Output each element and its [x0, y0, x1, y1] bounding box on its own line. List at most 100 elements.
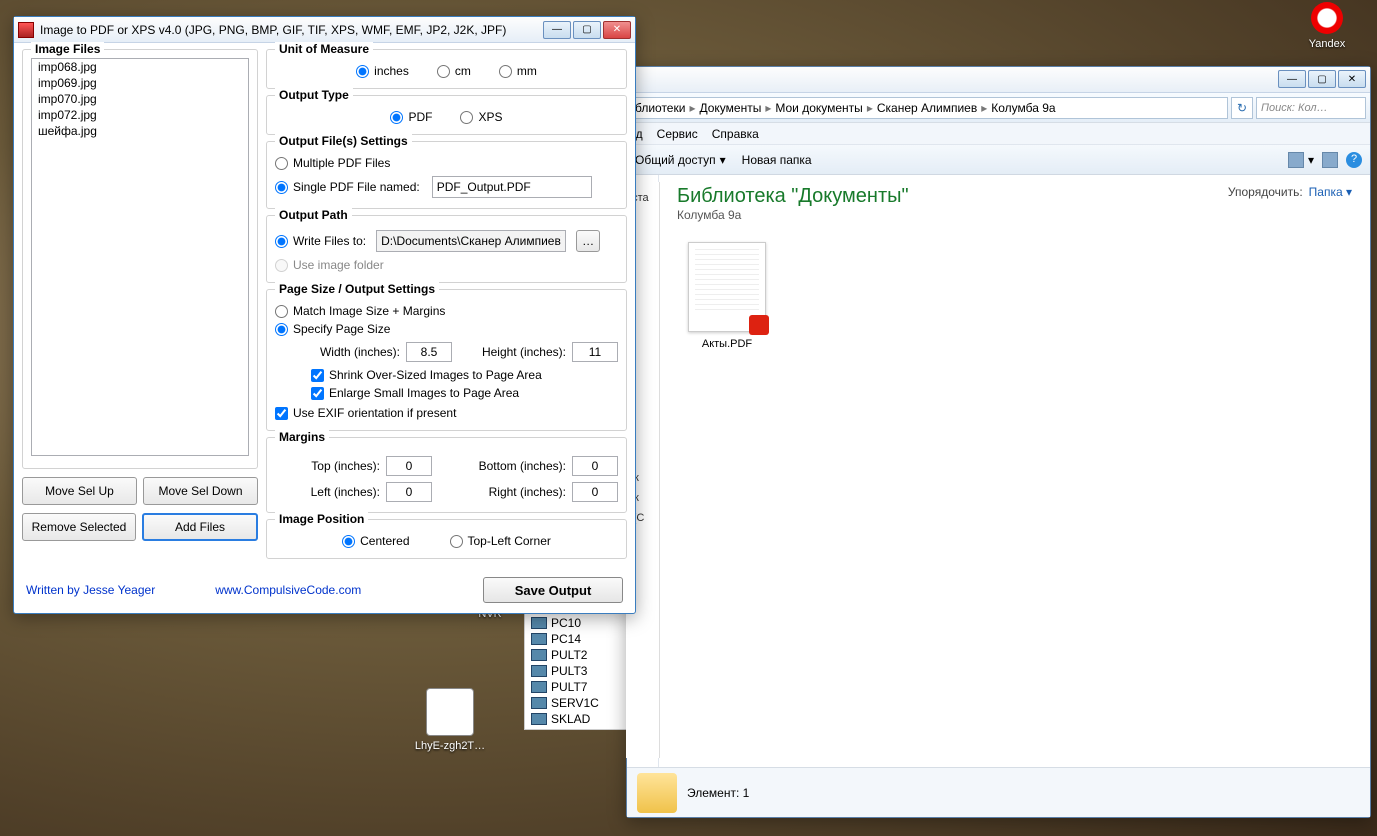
width-input[interactable]	[406, 342, 452, 362]
explorer-toolbar: Общий доступ ▾ Новая папка ▾ ?	[627, 145, 1370, 175]
multi-pdf-radio[interactable]: Multiple PDF Files	[275, 156, 618, 170]
minimize-button[interactable]: —	[1278, 70, 1306, 88]
output-pdf-radio[interactable]: PDF	[390, 110, 432, 124]
close-button[interactable]: ✕	[603, 21, 631, 39]
image-position-group: Image Position Centered Top-Left Corner	[266, 519, 627, 559]
share-button[interactable]: Общий доступ ▾	[635, 153, 726, 167]
margin-bottom-label: Bottom (inches):	[461, 459, 566, 473]
move-up-button[interactable]: Move Sel Up	[22, 477, 137, 505]
group-label: Output File(s) Settings	[275, 134, 412, 148]
desktop-icon-label: Yandex	[1287, 38, 1367, 50]
desktop-icon-yandex[interactable]: Yandex	[1287, 2, 1367, 50]
margin-bottom-input[interactable]	[572, 456, 618, 476]
unit-mm-radio[interactable]: mm	[499, 64, 537, 78]
exif-checkbox[interactable]: Use EXIF orientation if present	[275, 406, 618, 420]
list-item[interactable]: imp068.jpg	[32, 59, 248, 75]
shrink-checkbox[interactable]: Shrink Over-Sized Images to Page Area	[311, 368, 618, 382]
minimize-button[interactable]: —	[543, 21, 571, 39]
output-xps-radio[interactable]: XPS	[460, 110, 502, 124]
menu-item[interactable]: Справка	[712, 127, 759, 141]
desktop-icon-label: LhyE-zgh2T…	[410, 740, 490, 752]
breadcrumb-item[interactable]: Сканер Алимпиев	[877, 101, 977, 115]
library-title: Библиотека "Документы"	[677, 185, 909, 208]
remove-selected-button[interactable]: Remove Selected	[22, 513, 136, 541]
view-button[interactable]: ▾	[1288, 152, 1314, 168]
list-item[interactable]: шейфа.jpg	[32, 123, 248, 139]
margin-top-label: Top (inches):	[275, 459, 380, 473]
help-button[interactable]: ?	[1346, 152, 1362, 168]
app-titlebar[interactable]: Image to PDF or XPS v4.0 (JPG, PNG, BMP,…	[14, 17, 635, 43]
explorer-content: Библиотека "Документы" Колумба 9а Упоряд…	[659, 175, 1370, 767]
enlarge-checkbox[interactable]: Enlarge Small Images to Page Area	[311, 386, 618, 400]
maximize-button[interactable]: ▢	[1308, 70, 1336, 88]
group-label: Image Files	[31, 42, 104, 56]
use-image-folder-radio[interactable]: Use image folder	[275, 258, 618, 272]
output-path-input[interactable]	[376, 230, 566, 252]
author-link[interactable]: Written by Jesse Yeager	[26, 583, 155, 597]
list-item[interactable]: imp069.jpg	[32, 75, 248, 91]
computer-icon	[531, 697, 547, 709]
group-label: Page Size / Output Settings	[275, 282, 439, 296]
list-item[interactable]: imp072.jpg	[32, 107, 248, 123]
explorer-titlebar[interactable]: — ▢ ✕	[627, 67, 1370, 93]
add-files-button[interactable]: Add Files	[142, 513, 258, 541]
close-button[interactable]: ✕	[1338, 70, 1366, 88]
move-down-button[interactable]: Move Sel Down	[143, 477, 258, 505]
file-item[interactable]: Акты.PDF	[677, 242, 777, 350]
margin-left-label: Left (inches):	[275, 485, 380, 499]
save-output-button[interactable]: Save Output	[483, 577, 623, 603]
image-to-pdf-window: Image to PDF or XPS v4.0 (JPG, PNG, BMP,…	[13, 16, 636, 614]
breadcrumb-item[interactable]: Мои документы	[775, 101, 862, 115]
file-icon	[426, 688, 474, 736]
status-text: Элемент: 1	[687, 786, 749, 800]
menu-item[interactable]: Сервис	[657, 127, 698, 141]
breadcrumb-item[interactable]: Колумба 9а	[991, 101, 1055, 115]
output-path-group: Output Path Write Files to: … Use image …	[266, 215, 627, 283]
topleft-radio[interactable]: Top-Left Corner	[450, 534, 551, 548]
breadcrumb[interactable]: блиотеки▸ Документы▸ Мои документы▸ Скан…	[630, 97, 1228, 119]
arrange-dropdown[interactable]: Папка ▾	[1309, 185, 1352, 199]
file-name: Акты.PDF	[677, 338, 777, 350]
breadcrumb-item[interactable]: Документы	[699, 101, 761, 115]
centered-radio[interactable]: Centered	[342, 534, 409, 548]
explorer-status-bar: Элемент: 1	[627, 767, 1370, 817]
computer-icon	[531, 617, 547, 629]
margin-top-input[interactable]	[386, 456, 432, 476]
refresh-button[interactable]: ↻	[1231, 97, 1253, 119]
write-to-radio[interactable]: Write Files to:	[275, 234, 366, 248]
chevron-right-icon: ▸	[689, 101, 695, 115]
specify-size-radio[interactable]: Specify Page Size	[275, 322, 618, 336]
single-pdf-radio[interactable]: Single PDF File named:	[275, 180, 420, 194]
website-link[interactable]: www.CompulsiveCode.com	[215, 583, 361, 597]
new-folder-button[interactable]: Новая папка	[742, 153, 812, 167]
file-list[interactable]: imp068.jpg imp069.jpg imp070.jpg imp072.…	[31, 58, 249, 456]
unit-inches-radio[interactable]: inches	[356, 64, 409, 78]
arrange-label: Упорядочить:	[1228, 185, 1303, 199]
group-label: Output Type	[275, 88, 353, 102]
height-input[interactable]	[572, 342, 618, 362]
computer-icon	[531, 633, 547, 645]
image-files-group: Image Files imp068.jpg imp069.jpg imp070…	[22, 49, 258, 469]
computer-icon	[531, 649, 547, 661]
library-subtitle: Колумба 9а	[677, 208, 909, 222]
maximize-button[interactable]: ▢	[573, 21, 601, 39]
margin-right-input[interactable]	[572, 482, 618, 502]
pdf-name-input[interactable]	[432, 176, 592, 198]
breadcrumb-item[interactable]: блиотеки	[635, 101, 685, 115]
preview-pane-button[interactable]	[1322, 152, 1338, 168]
unit-of-measure-group: Unit of Measure inches cm mm	[266, 49, 627, 89]
match-size-radio[interactable]: Match Image Size + Margins	[275, 304, 618, 318]
pane-icon	[1322, 152, 1338, 168]
search-input[interactable]: Поиск: Кол…	[1256, 97, 1366, 119]
margin-left-input[interactable]	[386, 482, 432, 502]
browse-button[interactable]: …	[576, 230, 600, 252]
group-label: Unit of Measure	[275, 42, 373, 56]
window-title: Image to PDF or XPS v4.0 (JPG, PNG, BMP,…	[40, 23, 543, 37]
desktop-icon-lhye[interactable]: LhyE-zgh2T…	[410, 688, 490, 752]
computer-icon	[531, 665, 547, 677]
yandex-icon	[1311, 2, 1343, 34]
page-size-group: Page Size / Output Settings Match Image …	[266, 289, 627, 431]
unit-cm-radio[interactable]: cm	[437, 64, 471, 78]
list-item[interactable]: imp070.jpg	[32, 91, 248, 107]
explorer-window: — ▢ ✕ блиотеки▸ Документы▸ Мои документы…	[626, 66, 1371, 818]
